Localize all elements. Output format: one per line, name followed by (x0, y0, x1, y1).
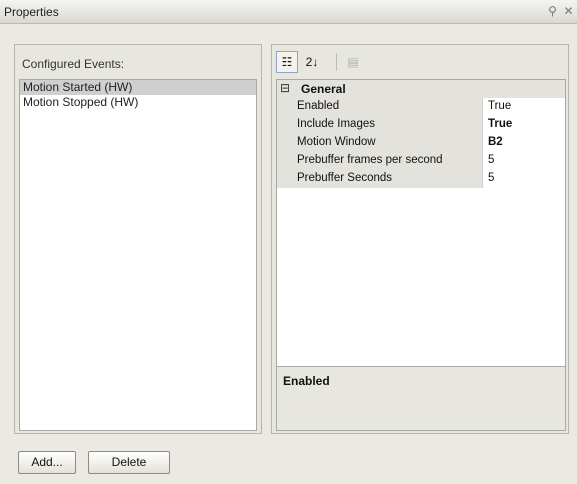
property-gutter (277, 134, 293, 152)
property-value[interactable]: B2 (484, 134, 565, 152)
property-description-panel: Enabled (276, 366, 566, 431)
window-title: Properties (4, 5, 59, 19)
property-value[interactable]: 5 (484, 170, 565, 188)
property-value[interactable]: True (484, 116, 565, 134)
property-pages-button[interactable]: ▤ (342, 51, 364, 73)
close-icon[interactable]: ✕ (561, 4, 576, 19)
delete-button[interactable]: Delete (88, 451, 170, 474)
property-gutter (277, 116, 293, 134)
property-pages-icon: ▤ (347, 55, 359, 69)
events-list[interactable]: Motion Started (HW) Motion Stopped (HW) (19, 79, 257, 431)
property-row[interactable]: Include Images True (277, 116, 565, 134)
collapse-icon[interactable]: ⊟ (280, 82, 292, 95)
property-grid-toolbar: ☷ 2↓ ▤ (276, 51, 566, 75)
properties-panel: ☷ 2↓ ▤ ⊟ General Enabled True Include Im… (271, 44, 569, 434)
property-row[interactable]: Prebuffer frames per second 5 (277, 152, 565, 170)
categorized-icon: ☷ (281, 55, 293, 69)
property-name: Prebuffer frames per second (293, 152, 483, 170)
property-row[interactable]: Enabled True (277, 98, 565, 116)
property-grid[interactable]: ⊟ General Enabled True Include Images Tr… (276, 79, 566, 405)
property-name: Prebuffer Seconds (293, 170, 483, 188)
property-gutter (277, 170, 293, 188)
property-name: Motion Window (293, 134, 483, 152)
property-value[interactable]: True (484, 98, 565, 116)
toolbar-separator (336, 53, 337, 71)
property-row[interactable]: Motion Window B2 (277, 134, 565, 152)
property-row[interactable]: Prebuffer Seconds 5 (277, 170, 565, 188)
add-button[interactable]: Add... (18, 451, 76, 474)
alphabetical-button[interactable]: 2↓ (301, 51, 323, 73)
categorized-button[interactable]: ☷ (276, 51, 298, 73)
title-bar: Properties ⚲ ✕ (0, 0, 577, 24)
configured-events-label: Configured Events: (22, 57, 125, 71)
sort-alphabetical-icon: 2↓ (305, 55, 319, 69)
property-gutter (277, 98, 293, 116)
property-name: Include Images (293, 116, 483, 134)
property-value[interactable]: 5 (484, 152, 565, 170)
list-item[interactable]: Motion Stopped (HW) (20, 95, 256, 110)
property-name: Enabled (293, 98, 483, 116)
configured-events-panel: Configured Events: Motion Started (HW) M… (14, 44, 262, 434)
pin-icon[interactable]: ⚲ (545, 4, 560, 19)
property-gutter (277, 152, 293, 170)
description-title: Enabled (283, 374, 330, 388)
category-row-general[interactable]: ⊟ General (277, 80, 565, 98)
category-name: General (301, 82, 346, 96)
list-item[interactable]: Motion Started (HW) (20, 80, 256, 95)
